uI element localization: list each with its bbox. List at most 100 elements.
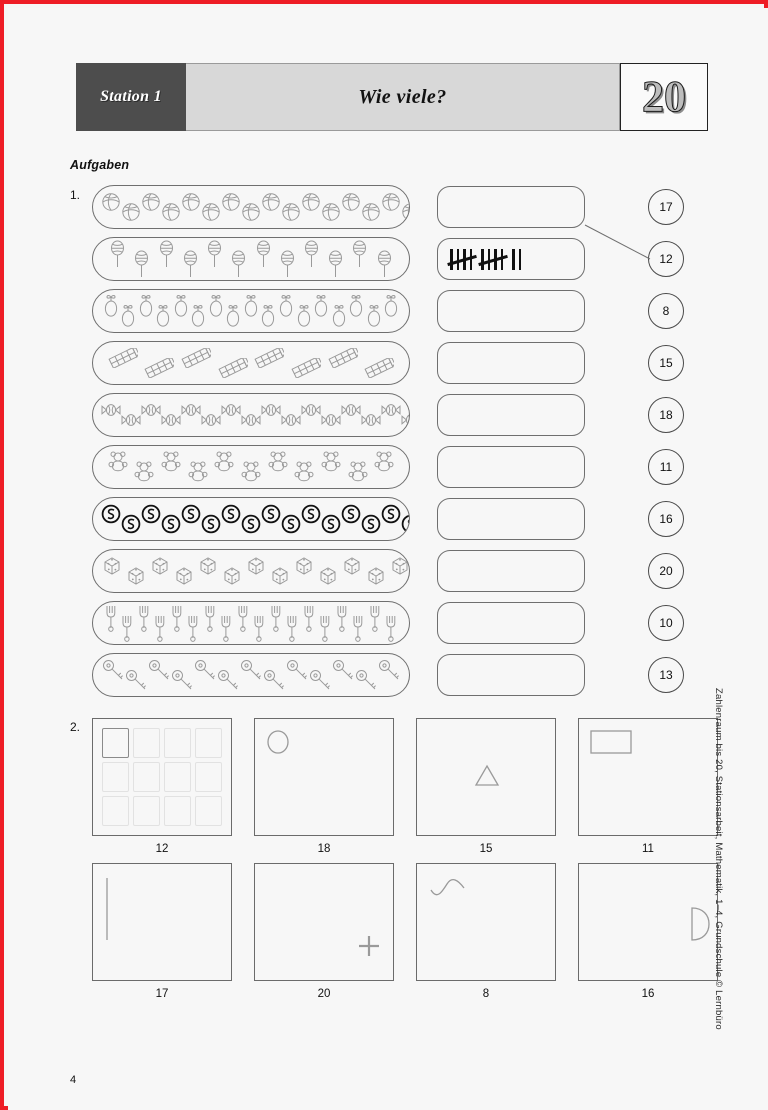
drawing-box[interactable]	[92, 718, 232, 836]
ball-icon	[241, 202, 261, 222]
tally-mark	[450, 248, 453, 270]
chocolate-bar-icon	[364, 358, 395, 378]
wrapped-candy-icon	[201, 413, 221, 427]
grid-cell	[133, 762, 160, 792]
ball-icon	[181, 192, 201, 212]
ball-icon	[361, 202, 381, 222]
page-title: Wie viele?	[358, 85, 447, 108]
number-circle[interactable]: 16	[648, 501, 684, 537]
fork-icon	[219, 614, 233, 642]
page-number: 4	[70, 1074, 77, 1086]
pear-icon	[243, 294, 259, 318]
drawing-box[interactable]	[254, 863, 394, 981]
exercise-1-row: 18	[92, 393, 708, 437]
answer-box[interactable]	[437, 238, 585, 280]
lollipop-icon	[377, 250, 392, 278]
grid-cell	[164, 762, 191, 792]
number-circle[interactable]: 8	[648, 293, 684, 329]
ball-icon	[101, 192, 121, 212]
number-circle[interactable]: 20	[648, 553, 684, 589]
worksheet-header: Station 1 Wie viele? 20	[76, 63, 708, 131]
ball-icon	[201, 202, 221, 222]
pear-icon	[155, 304, 171, 328]
answer-box[interactable]	[437, 654, 585, 696]
drawing-box[interactable]	[578, 863, 718, 981]
answer-box[interactable]	[437, 602, 585, 644]
wrapped-candy-icon	[221, 403, 241, 417]
fork-icon	[302, 604, 316, 632]
number-circle[interactable]: 13	[648, 657, 684, 693]
number-circle[interactable]: 12	[648, 241, 684, 277]
answer-box[interactable]	[437, 498, 585, 540]
exercise-2-cell: 16	[578, 863, 718, 1000]
object-group-chocolate-bar	[92, 341, 410, 385]
fork-icon	[203, 604, 217, 632]
tally-marks	[447, 248, 521, 270]
answer-box[interactable]	[437, 550, 585, 592]
key-icon	[355, 669, 377, 691]
number-range-box: 20	[620, 63, 708, 131]
pear-icon	[331, 304, 347, 328]
tally-mark	[481, 248, 484, 270]
plus-icon	[255, 864, 393, 980]
ball-icon	[141, 192, 161, 212]
exercise-1-row: 16	[92, 497, 708, 541]
drawing-box[interactable]	[254, 718, 394, 836]
number-circle[interactable]: 17	[648, 189, 684, 225]
grid-cell	[133, 796, 160, 826]
answer-box[interactable]	[437, 342, 585, 384]
square-icon	[102, 728, 129, 758]
station-label: Station 1	[100, 88, 162, 105]
drawing-box[interactable]	[92, 863, 232, 981]
chocolate-bar-icon	[218, 358, 248, 378]
number-circle[interactable]: 11	[648, 449, 684, 485]
object-group-fork	[92, 601, 410, 645]
box-caption: 20	[317, 988, 331, 1000]
fork-icon	[236, 604, 250, 632]
pear-icon	[208, 294, 224, 318]
wrapped-candy-icon	[341, 403, 361, 417]
coin-icon	[241, 514, 261, 534]
drawing-box[interactable]	[416, 863, 556, 981]
coin-icon	[361, 514, 381, 534]
object-group-dice	[92, 549, 410, 593]
grid-cell	[164, 728, 191, 758]
coin-icon	[201, 514, 221, 534]
drawing-box[interactable]	[416, 718, 556, 836]
object-group-key	[92, 653, 410, 697]
gummy-bear-icon	[374, 451, 394, 473]
pear-icon	[278, 294, 294, 318]
drawing-box[interactable]	[578, 718, 718, 836]
answer-box[interactable]	[437, 394, 585, 436]
coin-icon	[341, 504, 361, 524]
ball-icon	[401, 202, 409, 222]
key-icon	[378, 659, 400, 681]
exercise-2-cell: 20	[254, 863, 394, 1000]
answer-box[interactable]	[437, 186, 585, 228]
key-icon	[194, 659, 216, 681]
wrapped-candy-icon	[381, 403, 401, 417]
tally-mark	[512, 248, 515, 270]
fork-icon	[384, 614, 398, 642]
faint-grid	[102, 728, 222, 826]
exercise-2-number: 2.	[70, 720, 81, 734]
tally-singles	[512, 248, 521, 270]
key-icon	[240, 659, 262, 681]
answer-box[interactable]	[437, 446, 585, 488]
exercise-2-row: 17 20 8 16	[92, 863, 718, 1000]
ball-icon	[381, 192, 401, 212]
wrapped-candy-icon	[161, 413, 181, 427]
fork-icon	[335, 604, 349, 632]
number-circle[interactable]: 18	[648, 397, 684, 433]
key-icon	[309, 669, 331, 691]
triangle-icon	[417, 719, 555, 835]
number-circle[interactable]: 15	[648, 345, 684, 381]
coin-icon	[161, 514, 181, 534]
exercise-2-cell: 8	[416, 863, 556, 1000]
answer-box[interactable]	[437, 290, 585, 332]
number-circle[interactable]: 10	[648, 605, 684, 641]
fork-icon	[137, 604, 151, 632]
dice-icon	[317, 564, 341, 588]
dice-icon	[389, 554, 409, 578]
dice-icon	[125, 564, 149, 588]
